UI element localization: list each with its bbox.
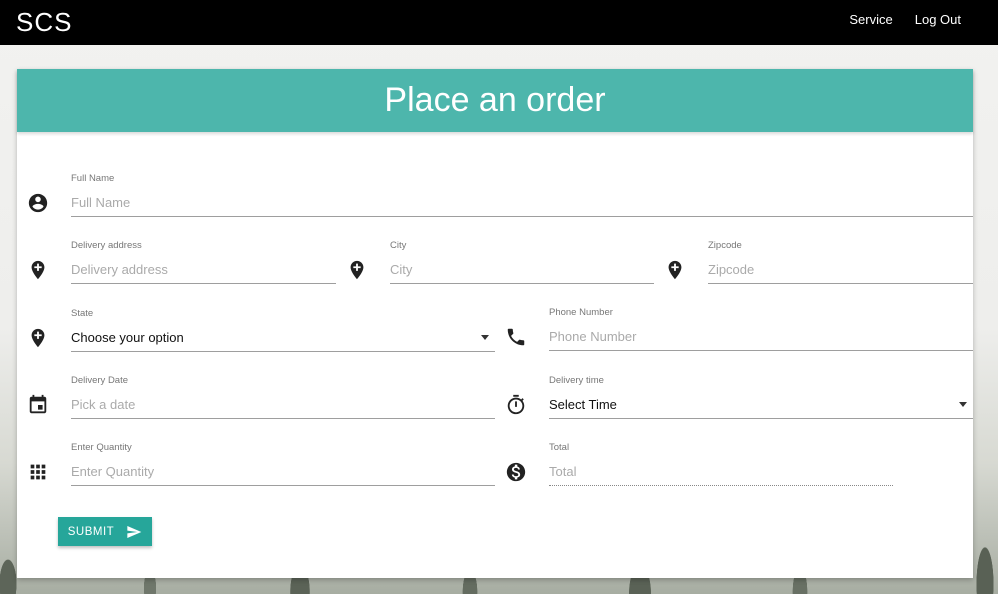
state-field: State Choose your option <box>26 308 496 353</box>
city-label: City <box>390 240 407 251</box>
card-header: Place an order <box>17 69 973 132</box>
brand-logo[interactable]: SCS <box>16 7 72 38</box>
delivery-address-input[interactable] <box>71 256 336 284</box>
delivery-time-select-value: Select Time <box>549 397 617 412</box>
quantity-label: Enter Quantity <box>71 442 132 453</box>
phone-icon <box>504 325 528 349</box>
zipcode-field: Zipcode <box>663 240 973 285</box>
send-icon <box>127 525 142 538</box>
add-location-icon <box>26 326 50 350</box>
state-select-value: Choose your option <box>71 330 184 345</box>
delivery-date-label: Delivery Date <box>71 375 129 386</box>
full-name-label: Full Name <box>71 173 115 184</box>
add-location-icon <box>663 258 687 282</box>
caret-down-icon <box>481 335 489 340</box>
submit-label: SUBMIT <box>67 525 115 538</box>
zipcode-label: Zipcode <box>708 240 742 251</box>
calendar-icon <box>26 393 50 417</box>
city-field: City <box>345 240 654 285</box>
delivery-date-field: Delivery Date <box>26 375 496 420</box>
dollar-icon <box>504 460 528 484</box>
phone-label: Phone Number <box>549 307 613 318</box>
full-name-input[interactable] <box>71 189 973 217</box>
nav-link-service[interactable]: Service <box>849 12 892 27</box>
add-location-icon <box>26 258 50 282</box>
delivery-time-select[interactable]: Select Time <box>549 391 973 419</box>
state-select[interactable]: Choose your option <box>71 324 495 352</box>
state-label: State <box>71 308 94 319</box>
page-title: Place an order <box>384 81 606 119</box>
city-input[interactable] <box>390 256 654 284</box>
quantity-input[interactable] <box>71 458 495 486</box>
timer-icon <box>504 393 528 417</box>
grid-icon <box>26 460 50 484</box>
delivery-time-field: Delivery time Select Time <box>504 375 973 420</box>
nav-links: Service Log Out <box>849 12 961 27</box>
delivery-date-input[interactable] <box>71 391 495 419</box>
add-location-icon <box>345 258 369 282</box>
nav-link-logout[interactable]: Log Out <box>915 12 961 27</box>
total-input <box>549 458 893 486</box>
full-name-field: Full Name <box>26 173 973 218</box>
zipcode-input[interactable] <box>708 256 973 284</box>
order-card: Place an order Full Name Delivery addres… <box>17 69 973 578</box>
delivery-address-label: Delivery address <box>71 240 142 251</box>
navbar: SCS Service Log Out <box>0 0 998 45</box>
submit-button[interactable]: SUBMIT <box>58 517 152 546</box>
total-label: Total <box>549 442 570 453</box>
delivery-address-field: Delivery address <box>26 240 336 285</box>
total-field: Total <box>504 442 904 487</box>
account-circle-icon <box>26 191 50 215</box>
phone-input[interactable] <box>549 323 973 351</box>
delivery-time-label: Delivery time <box>549 375 604 386</box>
caret-down-icon <box>959 402 967 407</box>
quantity-field: Enter Quantity <box>26 442 496 487</box>
phone-field: Phone Number <box>504 307 973 352</box>
